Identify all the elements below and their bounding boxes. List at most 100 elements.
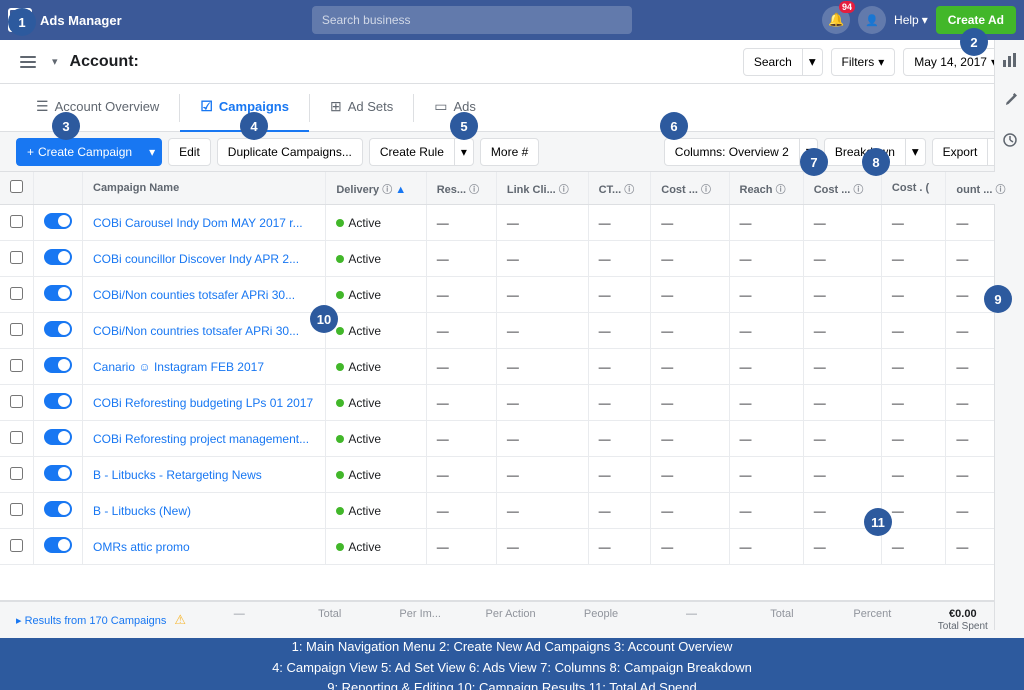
cost-per-result-info-icon[interactable]: ⓘ (701, 185, 711, 196)
edit-panel-button[interactable] (998, 88, 1022, 112)
status-dot (336, 255, 344, 263)
row-campaign-name[interactable]: COBi/Non counties totsafer APRi 30... (83, 277, 326, 313)
row-campaign-name[interactable]: COBi Carousel Indy Dom MAY 2017 r... (83, 205, 326, 241)
link-clicks-info-icon[interactable]: ⓘ (559, 185, 569, 196)
row-checkbox[interactable] (10, 359, 23, 372)
duplicate-campaigns-button[interactable]: Duplicate Campaigns... (217, 138, 363, 166)
tab-campaigns[interactable]: ☑ Campaigns (180, 84, 309, 132)
row-cost2: — (803, 385, 881, 421)
header-delivery[interactable]: Delivery ⓘ▲ (326, 172, 426, 205)
campaign-toggle[interactable] (44, 537, 72, 553)
status-dot (336, 291, 344, 299)
search-dropdown-button[interactable]: ▾ (803, 48, 823, 76)
clock-icon (1003, 133, 1017, 147)
reach-info-icon[interactable]: ⓘ (776, 185, 786, 196)
row-ctr: — (588, 241, 651, 277)
row-cost3: — (881, 457, 945, 493)
row-results: — (426, 457, 496, 493)
campaign-toggle[interactable] (44, 285, 72, 301)
row-cost3: — (881, 349, 945, 385)
row-ctr: — (588, 493, 651, 529)
columns-dropdown-button[interactable]: ▾ (800, 138, 818, 166)
row-campaign-name[interactable]: COBi Reforesting project management... (83, 421, 326, 457)
row-checkbox[interactable] (10, 323, 23, 336)
campaign-toggle[interactable] (44, 249, 72, 265)
campaign-toggle[interactable] (44, 429, 72, 445)
status-dot (336, 507, 344, 515)
cost2-info-icon[interactable]: ⓘ (853, 185, 863, 196)
row-toggle-cell (34, 457, 83, 493)
row-campaign-name[interactable]: COBi/Non countries totsafer APRi 30... (83, 313, 326, 349)
select-all-checkbox[interactable] (10, 180, 23, 193)
date-range-button[interactable]: May 14, 2017 ▾ (903, 48, 1008, 76)
row-cost2: — (803, 349, 881, 385)
row-checkbox[interactable] (10, 215, 23, 228)
row-checkbox[interactable] (10, 251, 23, 264)
row-checkbox[interactable] (10, 395, 23, 408)
columns-button[interactable]: Columns: Overview 2 (664, 138, 800, 166)
header-campaign-name: Campaign Name (83, 172, 326, 205)
app-title: Ads Manager (40, 13, 122, 28)
table-header-row: Campaign Name Delivery ⓘ▲ Res... ⓘ Link … (0, 172, 1024, 205)
help-button[interactable]: Help ▾ (894, 13, 928, 27)
expand-results-button[interactable]: ▸ Results from 170 Campaigns (16, 614, 166, 627)
edit-button[interactable]: Edit (168, 138, 211, 166)
export-button[interactable]: Export (932, 138, 989, 166)
create-campaign-dropdown-button[interactable]: ▾ (142, 138, 162, 166)
campaign-toggle[interactable] (44, 321, 72, 337)
results-info-icon[interactable]: ⓘ (469, 185, 479, 196)
row-checkbox[interactable] (10, 431, 23, 444)
search-button[interactable]: Search (743, 48, 803, 76)
filters-button[interactable]: Filters ▾ (831, 48, 896, 76)
breakdown-dropdown-button[interactable]: ▾ (906, 138, 926, 166)
tab-ad-sets[interactable]: ⊞ Ad Sets (310, 84, 413, 132)
row-checkbox[interactable] (10, 503, 23, 516)
campaign-toggle[interactable] (44, 501, 72, 517)
row-cost3: — (881, 241, 945, 277)
row-checkbox[interactable] (10, 539, 23, 552)
menu-toggle-button[interactable] (16, 52, 40, 72)
create-ad-button[interactable]: Create Ad (936, 6, 1016, 34)
chart-panel-button[interactable] (998, 48, 1022, 72)
row-checkbox[interactable] (10, 287, 23, 300)
row-link-clicks: — (496, 205, 588, 241)
row-campaign-name[interactable]: COBi Reforesting budgeting LPs 01 2017 (83, 385, 326, 421)
tab-campaigns-label: Campaigns (219, 99, 289, 114)
create-campaign-button[interactable]: + Create Campaign (16, 138, 142, 166)
tab-ads[interactable]: ▭ Ads (414, 84, 496, 132)
search-input[interactable] (312, 6, 632, 34)
nav-dropdown-arrow[interactable]: ▾ (52, 55, 58, 68)
amount-spent-info-icon[interactable]: ⓘ (995, 185, 1005, 196)
row-results: — (426, 277, 496, 313)
account-icon-button[interactable]: 👤 (858, 6, 886, 34)
row-toggle-cell (34, 529, 83, 565)
row-checkbox[interactable] (10, 467, 23, 480)
delivery-info-icon[interactable]: ⓘ (382, 185, 392, 196)
row-delivery: Active (326, 457, 426, 493)
tab-account-overview-label: Account Overview (55, 99, 160, 114)
row-cost-per: — (651, 349, 729, 385)
campaign-toggle[interactable] (44, 213, 72, 229)
row-cost3: — (881, 529, 945, 565)
row-campaign-name[interactable]: COBi councillor Discover Indy APR 2... (83, 241, 326, 277)
campaign-toggle[interactable] (44, 465, 72, 481)
campaign-toggle[interactable] (44, 393, 72, 409)
header-ctr: CT... ⓘ (588, 172, 651, 205)
campaign-toggle[interactable] (44, 357, 72, 373)
table-row: COBi/Non counties totsafer APRi 30... Ac… (0, 277, 1024, 313)
create-rule-dropdown-button[interactable]: ▾ (454, 138, 474, 166)
clock-panel-button[interactable] (998, 128, 1022, 152)
row-campaign-name[interactable]: Canario ☺ Instagram FEB 2017 (83, 349, 326, 385)
row-campaign-name[interactable]: B - Litbucks (New) (83, 493, 326, 529)
row-cost-per: — (651, 241, 729, 277)
table-row: COBi Reforesting budgeting LPs 01 2017 A… (0, 385, 1024, 421)
notifications-button[interactable]: 🔔 94 (822, 6, 850, 34)
tab-account-overview[interactable]: ☰ Account Overview (16, 84, 179, 132)
more-button[interactable]: More # (480, 138, 539, 166)
ad-sets-icon: ⊞ (330, 98, 342, 115)
create-rule-button[interactable]: Create Rule (369, 138, 454, 166)
row-campaign-name[interactable]: B - Litbucks - Retargeting News (83, 457, 326, 493)
ctr-info-icon[interactable]: ⓘ (624, 185, 634, 196)
row-campaign-name[interactable]: OMRs attic promo (83, 529, 326, 565)
breakdown-button[interactable]: Breakdown (824, 138, 906, 166)
